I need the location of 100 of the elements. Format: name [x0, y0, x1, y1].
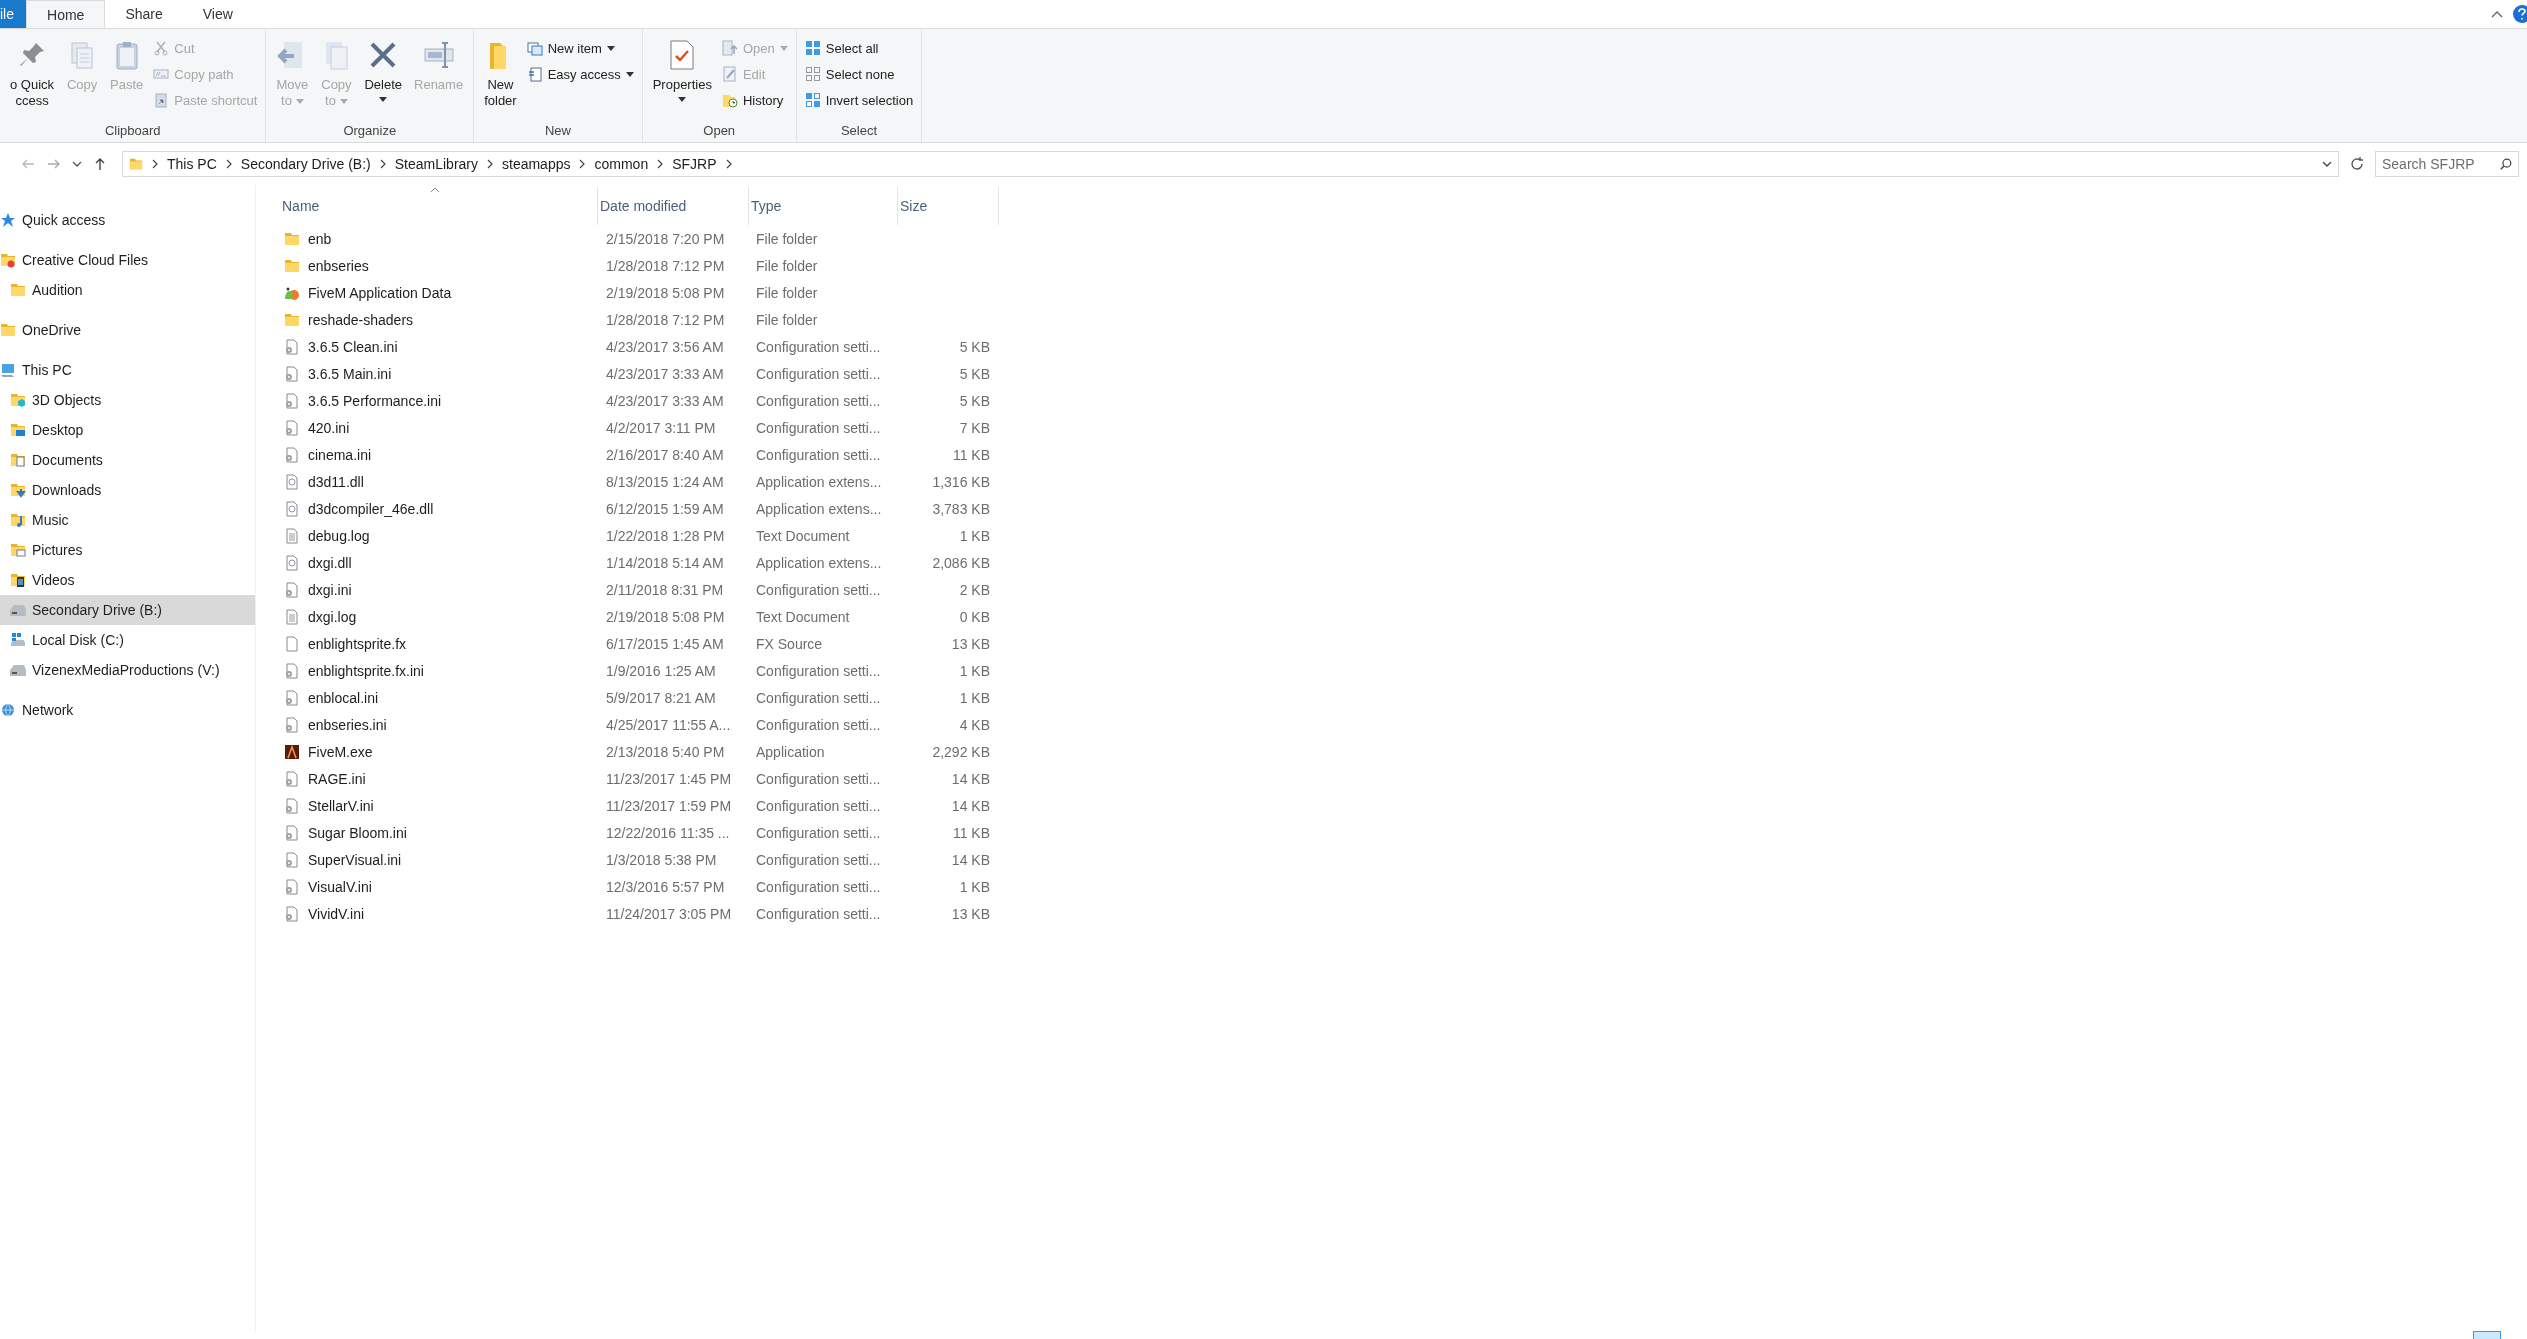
dropdown-icon[interactable]: [2322, 161, 2332, 167]
ribbon-button[interactable]: Easy access: [526, 63, 634, 85]
ribbon-button[interactable]: Invert selection: [804, 89, 914, 111]
sidebar-item[interactable]: OneDrive: [0, 315, 255, 345]
sidebar-item[interactable]: This PC: [0, 355, 255, 385]
column-header[interactable]: Date modified: [598, 187, 749, 225]
sidebar-item[interactable]: VizenexMediaProductions (V:): [0, 655, 255, 685]
ribbon-button[interactable]: Select none: [804, 63, 914, 85]
file-name[interactable]: enb: [308, 230, 332, 247]
file-name[interactable]: 420.ini: [308, 419, 350, 436]
type-cell: Text Document: [756, 527, 850, 544]
sidebar-item[interactable]: Downloads: [0, 475, 255, 505]
ribbon-tab[interactable]: Home: [26, 0, 106, 28]
collapse-ribbon-icon[interactable]: [2491, 10, 2503, 18]
breadcrumb[interactable]: This PC: [167, 156, 217, 172]
sidebar-item[interactable]: Audition: [0, 275, 255, 305]
file-name[interactable]: StellarV.ini: [308, 797, 374, 814]
chevron-icon[interactable]: [579, 159, 586, 169]
sidebar-item[interactable]: Secondary Drive (B:): [0, 595, 255, 625]
file-name[interactable]: enblightsprite.fx.ini: [308, 662, 424, 679]
type-cell: Configuration setti...: [756, 446, 881, 463]
ribbon-button[interactable]: New folder: [478, 35, 523, 113]
size-cell: 1 KB: [959, 527, 990, 544]
file-name[interactable]: 3.6.5 Performance.ini: [308, 392, 442, 409]
address-bar[interactable]: This PC Secondary Drive (B:) SteamLibrary steamapps common SFJRP: [122, 151, 2339, 177]
date-cell: 6/17/2015 1:45 AM: [606, 635, 724, 652]
date-cell: 2/15/2018 7:20 PM: [606, 230, 725, 247]
network-icon: [0, 702, 16, 718]
date-cell: 1/9/2016 1:25 AM: [606, 662, 716, 679]
sidebar-item[interactable]: Videos: [0, 565, 255, 595]
help-icon[interactable]: [2513, 5, 2527, 23]
sidebar-item[interactable]: Local Disk (C:): [0, 625, 255, 655]
ribbon-button[interactable]: Select all: [804, 37, 914, 59]
sidebar-item[interactable]: Desktop: [0, 415, 255, 445]
ribbon-button[interactable]: History: [721, 89, 788, 111]
chevron-icon[interactable]: [379, 159, 386, 169]
ribbon-tab[interactable]: ile: [0, 0, 26, 28]
file-name[interactable]: FiveM Application Data: [308, 284, 452, 301]
sidebar-item[interactable]: Network: [0, 695, 255, 725]
folder-icon: [10, 542, 26, 558]
chevron-icon[interactable]: [657, 159, 664, 169]
ribbon-button[interactable]: Properties: [646, 35, 718, 106]
file-name[interactable]: cinema.ini: [308, 446, 372, 463]
refresh-icon[interactable]: [2349, 156, 2365, 172]
breadcrumb[interactable]: Secondary Drive (B:): [240, 156, 371, 172]
app-icon: [284, 743, 300, 760]
chevron-icon[interactable]: [725, 159, 732, 169]
file-name[interactable]: reshade-shaders: [308, 311, 414, 328]
file-name[interactable]: enbseries.ini: [308, 716, 387, 733]
size-cell: 11 KB: [952, 824, 990, 841]
breadcrumb[interactable]: common: [594, 156, 649, 172]
file-name[interactable]: dxgi.dll: [308, 554, 352, 571]
sidebar-item[interactable]: Pictures: [0, 535, 255, 565]
file-name[interactable]: debug.log: [308, 527, 370, 544]
breadcrumb[interactable]: SFJRP: [672, 156, 717, 172]
file-name[interactable]: d3dcompiler_46e.dll: [308, 500, 434, 517]
ribbon-tab[interactable]: View: [182, 0, 253, 28]
column-header[interactable]: Type: [749, 187, 898, 225]
folder-icon: [284, 257, 300, 274]
file-name[interactable]: enblightsprite.fx: [308, 635, 407, 652]
search-field[interactable]: Search SFJRP: [2375, 151, 2519, 177]
file-name[interactable]: 3.6.5 Clean.ini: [308, 338, 398, 355]
date-cell: 4/2/2017 3:11 PM: [606, 419, 716, 436]
ribbon-button[interactable]: o Quick ccess: [4, 35, 61, 113]
date-cell: 4/23/2017 3:33 AM: [606, 392, 724, 409]
ribbon-tab[interactable]: Share: [105, 0, 183, 28]
file-name[interactable]: 3.6.5 Main.ini: [308, 365, 392, 382]
file-name[interactable]: RAGE.ini: [308, 770, 366, 787]
column-header[interactable]: Size: [898, 187, 999, 225]
file-name[interactable]: VividV.ini: [308, 905, 365, 922]
sidebar-item[interactable]: 3D Objects: [0, 385, 255, 415]
file-name[interactable]: Sugar Bloom.ini: [308, 824, 407, 841]
ribbon-button[interactable]: Delete: [358, 35, 408, 106]
recent-dropdown-icon[interactable]: [72, 161, 82, 167]
type-cell: Application extens...: [756, 473, 882, 490]
folder-icon: [10, 572, 26, 588]
sidebar-item[interactable]: Music: [0, 505, 255, 535]
file-name[interactable]: d3d11.dll: [308, 473, 364, 490]
settings-file-icon: [284, 689, 300, 706]
folder-icon: [0, 252, 16, 268]
chevron-icon[interactable]: [487, 159, 493, 169]
sidebar-item[interactable]: Documents: [0, 445, 255, 475]
sidebar-item[interactable]: Creative Cloud Files: [0, 245, 255, 275]
type-cell: File folder: [756, 230, 818, 247]
breadcrumb[interactable]: steamapps: [502, 156, 571, 172]
chevron-icon[interactable]: [152, 159, 158, 169]
sidebar-item[interactable]: Quick access: [0, 205, 255, 235]
column-header[interactable]: Name: [280, 187, 598, 225]
file-name[interactable]: enblocal.ini: [308, 689, 379, 706]
file-name[interactable]: enbseries: [308, 257, 369, 274]
breadcrumb[interactable]: SteamLibrary: [394, 156, 478, 172]
file-name[interactable]: dxgi.ini: [308, 581, 352, 598]
size-cell: 13 KB: [951, 905, 990, 922]
file-name[interactable]: VisualV.ini: [308, 878, 372, 895]
date-cell: 1/28/2018 7:12 PM: [606, 311, 725, 328]
chevron-icon[interactable]: [225, 159, 232, 169]
file-name[interactable]: dxgi.log: [308, 608, 357, 625]
ribbon-button[interactable]: New item: [526, 37, 634, 59]
file-name[interactable]: FiveM.exe: [308, 743, 373, 760]
file-name[interactable]: SuperVisual.ini: [308, 851, 402, 868]
